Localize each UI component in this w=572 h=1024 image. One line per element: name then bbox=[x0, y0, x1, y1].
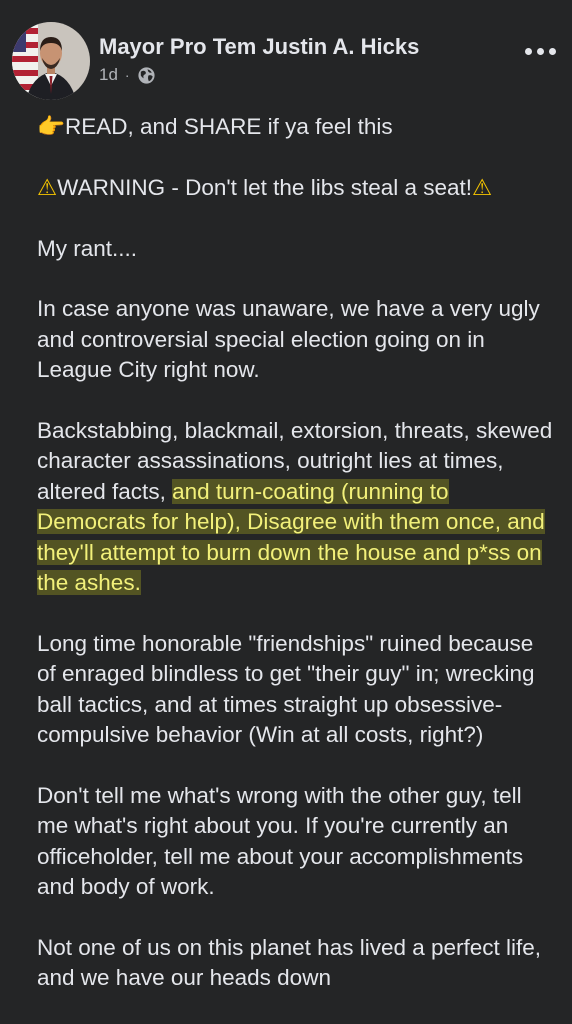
more-dot bbox=[548, 47, 556, 55]
post-paragraph-warning: ⚠WARNING - Don't let the libs steal a se… bbox=[37, 174, 493, 201]
more-options-icon[interactable] bbox=[520, 36, 560, 66]
author-name[interactable]: Mayor Pro Tem Justin A. Hicks bbox=[99, 34, 419, 60]
more-dot bbox=[524, 47, 532, 55]
post-paragraph-rant: My rant.... bbox=[37, 235, 138, 261]
post-body: 👉READ, and SHARE if ya feel this ⚠WARNIN… bbox=[37, 112, 557, 1024]
globe-icon[interactable] bbox=[137, 66, 156, 85]
post-paragraph-backstabbing: Backstabbing, blackmail, extorsion, thre… bbox=[37, 418, 553, 596]
post-paragraph-dont-tell: Don't tell me what's wrong with the othe… bbox=[37, 782, 524, 900]
post-meta: 1d · bbox=[99, 64, 156, 86]
post-paragraph-not-one: Not one of us on this planet has lived a… bbox=[37, 934, 542, 991]
author-avatar[interactable] bbox=[12, 22, 90, 100]
post-time[interactable]: 1d bbox=[99, 65, 118, 85]
avatar-photo bbox=[12, 22, 90, 100]
warning-icon: ⚠ bbox=[37, 174, 58, 201]
pointing-finger-icon: 👉 bbox=[37, 114, 66, 140]
post-paragraph-share: 👉READ, and SHARE if ya feel this bbox=[37, 114, 393, 140]
post-header: Mayor Pro Tem Justin A. Hicks 1d · bbox=[0, 0, 572, 108]
warning-icon: ⚠ bbox=[472, 174, 493, 201]
post-paragraph-friendships: Long time honorable "friendships" ruined… bbox=[37, 630, 535, 748]
meta-separator: · bbox=[124, 67, 130, 83]
more-dot bbox=[536, 47, 544, 55]
post-paragraph-election: In case anyone was unaware, we have a ve… bbox=[37, 296, 540, 383]
